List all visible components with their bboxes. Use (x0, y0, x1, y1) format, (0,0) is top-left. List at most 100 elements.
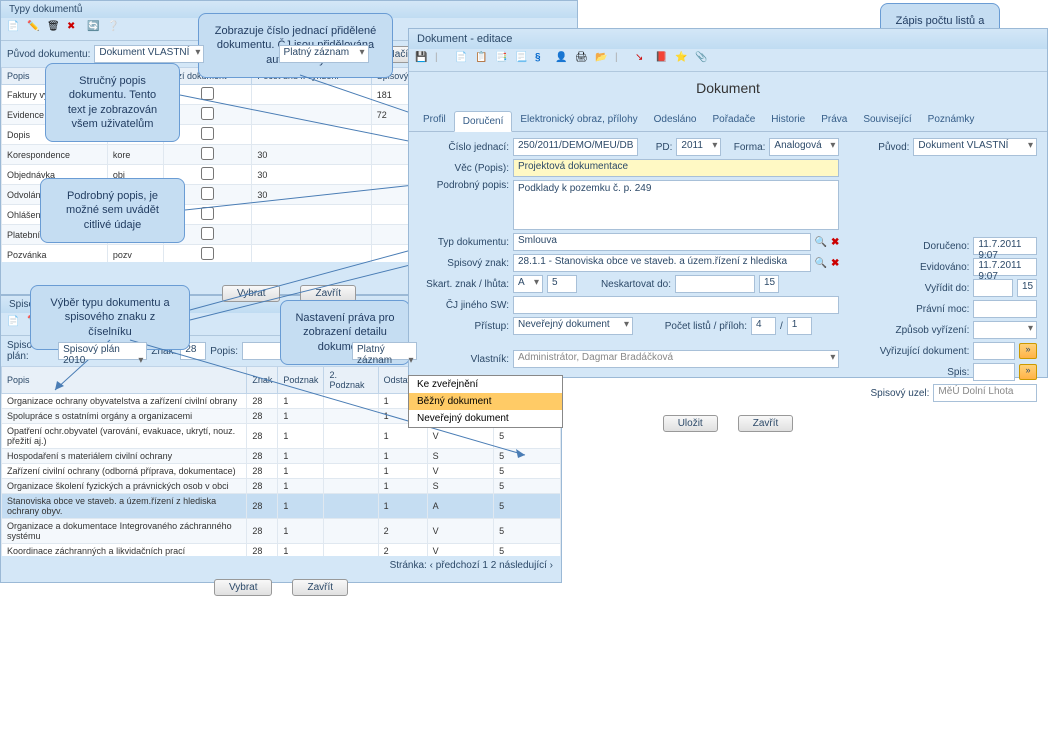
types-vybrat-button[interactable]: Vybrat (222, 285, 281, 302)
spis-vybrat-button[interactable]: Vybrat (214, 579, 273, 596)
paragraph-icon[interactable]: § (535, 52, 551, 68)
popup-item[interactable]: Ke zveřejnění (409, 376, 562, 393)
spis-col-header[interactable]: Podznak (278, 367, 324, 394)
document-heading: Dokument (409, 72, 1047, 110)
puvod-select[interactable]: Dokument VLASTNÍ (913, 138, 1037, 156)
forma-select[interactable]: Analogová (769, 138, 839, 156)
vyrizujici-go[interactable]: » (1019, 343, 1037, 359)
zavrit-button[interactable]: Zavřít (738, 415, 794, 432)
lbl-vec: Věc (Popis): (419, 163, 509, 174)
table-row[interactable]: Zařízení civilní ochrany (odborná přípra… (2, 464, 561, 479)
tab-profil[interactable]: Profil (415, 110, 454, 131)
neskartovat-input[interactable] (675, 275, 755, 293)
popup-item[interactable]: Neveřejný dokument (409, 410, 562, 427)
table-row[interactable]: Koordinace záchranných a likvidačních pr… (2, 544, 561, 557)
pravni-input[interactable] (973, 300, 1037, 318)
typ-input[interactable]: Smlouva (513, 233, 811, 251)
help-icon[interactable]: ❔ (107, 21, 123, 37)
spis-col-header[interactable]: Popis (2, 367, 247, 394)
refresh-icon[interactable]: 🔄 (87, 21, 103, 37)
tool-icon-7[interactable]: 📂 (595, 52, 611, 68)
separator: | (615, 52, 631, 68)
tab-po-ada-e[interactable]: Pořadače (704, 110, 763, 131)
spis-go[interactable]: » (1019, 364, 1037, 380)
vyridit-input[interactable] (973, 279, 1013, 297)
tab-doru-en-[interactable]: Doručení (454, 111, 513, 132)
cizi-checkbox[interactable] (201, 207, 214, 220)
podrobny-textarea[interactable]: Podklady k pozemku č. p. 249 (513, 180, 839, 230)
attach-icon[interactable]: 📎 (695, 52, 711, 68)
spis-input[interactable] (973, 363, 1015, 381)
ulozit-button[interactable]: Uložit (663, 415, 718, 432)
lbl-evidovano: Evidováno: (859, 262, 969, 273)
table-row[interactable]: Organizace školení fyzických a právnický… (2, 479, 561, 494)
spis-stav-select[interactable]: Platný záznam (352, 342, 417, 360)
vec-input[interactable]: Projektová dokumentace (513, 159, 839, 177)
spis-col-header[interactable]: Znak (247, 367, 278, 394)
new-icon[interactable]: 📄 (7, 316, 23, 332)
skart-znak-select[interactable]: A (513, 275, 543, 293)
tab-pr-va[interactable]: Práva (813, 110, 855, 131)
print-icon[interactable]: 🖨 (575, 52, 591, 68)
lbl-pravni: Právní moc: (859, 304, 969, 315)
vyrizujici-input[interactable] (973, 342, 1015, 360)
delete-x-icon[interactable]: ✖ (67, 21, 83, 37)
typ-lookup-icon[interactable]: 🔍 (815, 237, 827, 248)
cizi-checkbox[interactable] (201, 227, 214, 240)
vlastnik-select[interactable]: Administrátor, Dagmar Bradáčková (513, 350, 839, 368)
tab-pozn-mky[interactable]: Poznámky (920, 110, 983, 131)
new-icon[interactable]: 📄 (7, 21, 23, 37)
spis-col-header[interactable]: 2. Podznak (324, 367, 378, 394)
pristup-select[interactable]: Neveřejný dokument (513, 317, 633, 335)
tab-souvisej-c-[interactable]: Související (855, 110, 919, 131)
table-row[interactable]: Organizace a dokumentace Integrovaného z… (2, 519, 561, 544)
types-stav-select[interactable]: Platný záznam (279, 45, 369, 63)
pocet-listu-input[interactable]: 4 (751, 317, 776, 335)
table-row[interactable]: Hospodaření s materiálem civilní ochrany… (2, 449, 561, 464)
cizi-checkbox[interactable] (201, 247, 214, 260)
skart-lhuta-input[interactable]: 5 (547, 275, 577, 293)
spis-pager[interactable]: Stránka: ‹ předchozí 1 2 následující › (390, 560, 553, 571)
popup-item[interactable]: Běžný dokument (409, 393, 562, 410)
tool-icon-4[interactable]: 📃 (515, 52, 531, 68)
tool-icon-1[interactable]: 📄 (455, 52, 471, 68)
types-puvod-select[interactable]: Dokument VLASTNÍ (94, 45, 204, 63)
vyridit-num[interactable]: 15 (1017, 279, 1037, 297)
neskartovat-num[interactable]: 15 (759, 275, 779, 293)
doruceno-input[interactable]: 11.7.2011 9:07 (973, 237, 1037, 255)
cizi-checkbox[interactable] (201, 107, 214, 120)
spis-znak-input[interactable]: 28.1.1 - Stanoviska obce ve staveb. a úz… (513, 254, 811, 272)
table-row[interactable]: Stanoviska obce ve staveb. a územ.řízení… (2, 494, 561, 519)
user-icon[interactable]: 👤 (555, 52, 571, 68)
tool-icon-3[interactable]: 📑 (495, 52, 511, 68)
pocet-priloh-input[interactable]: 1 (787, 317, 812, 335)
lbl-podrobny: Podrobný popis: (419, 180, 509, 191)
edit-icon[interactable]: ✏️ (27, 21, 43, 37)
evidovano-input[interactable]: 11.7.2011 9:07 (973, 258, 1037, 276)
lbl-puvod: Původ: (859, 142, 909, 153)
cizi-checkbox[interactable] (201, 187, 214, 200)
save-icon[interactable]: 💾 (415, 52, 431, 68)
cizi-checkbox[interactable] (201, 147, 214, 160)
spis-lookup-icon[interactable]: 🔍 (815, 258, 827, 269)
arrow-icon[interactable]: ↘ (635, 52, 651, 68)
cizi-checkbox[interactable] (201, 87, 214, 100)
spisovy-uzel-input[interactable]: MěÚ Dolní Lhota (933, 384, 1037, 402)
cislo-jednaci-input[interactable]: 250/2011/DEMO/MEU/DB (513, 138, 638, 156)
delete-icon[interactable]: 🗑 (47, 21, 63, 37)
typ-clear-icon[interactable]: ✖ (831, 237, 839, 248)
book-icon[interactable]: 📕 (655, 52, 671, 68)
tab-odesl-no[interactable]: Odesláno (646, 110, 705, 131)
tool-icon-2[interactable]: 📋 (475, 52, 491, 68)
spis-zavrit-button[interactable]: Zavřít (292, 579, 348, 596)
tab-elektronick-obraz-p-lohy[interactable]: Elektronický obraz, přílohy (512, 110, 645, 131)
star-icon[interactable]: ⭐ (675, 52, 691, 68)
tab-historie[interactable]: Historie (763, 110, 813, 131)
spis-clear-icon[interactable]: ✖ (831, 258, 839, 269)
cizi-checkbox[interactable] (201, 127, 214, 140)
cizi-checkbox[interactable] (201, 167, 214, 180)
cj-jineho-input[interactable] (513, 296, 839, 314)
pd-select[interactable]: 2011 (676, 138, 721, 156)
zpusob-select[interactable] (973, 321, 1037, 339)
spis-plan-select[interactable]: Spisový plán 2010 (58, 342, 147, 360)
